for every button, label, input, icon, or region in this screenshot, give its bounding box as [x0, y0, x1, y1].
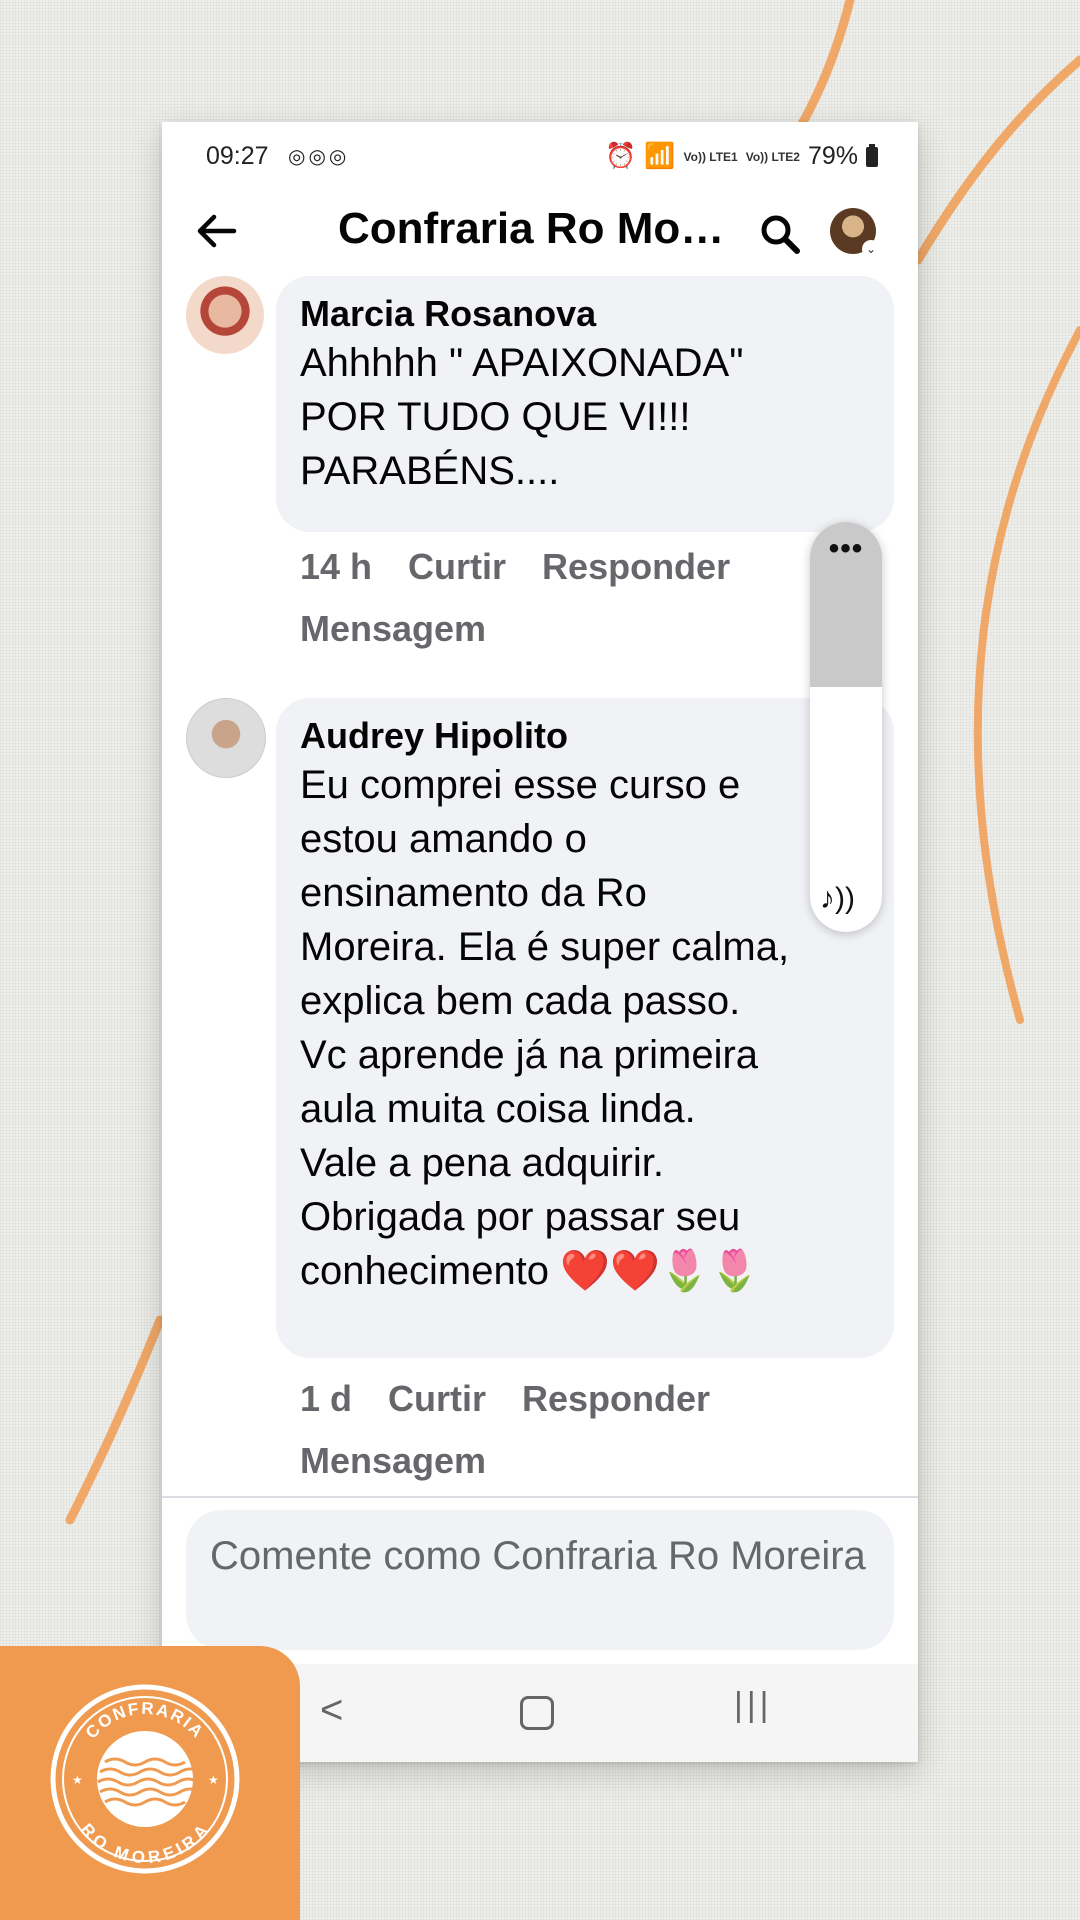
status-bar: 09:27 ◎◎◎ ⏰ 📶 Vo)) LTE1 Vo)) LTE2 79%: [162, 122, 918, 192]
message-button[interactable]: Mensagem: [300, 598, 486, 660]
battery-icon: [866, 143, 878, 167]
reply-button[interactable]: Responder: [542, 536, 730, 598]
like-button[interactable]: Curtir: [388, 1368, 486, 1430]
chevron-down-icon: ⌄: [862, 240, 880, 258]
alarm-icon: ⏰: [605, 142, 637, 170]
more-options-icon[interactable]: •••: [810, 532, 882, 566]
profile-avatar[interactable]: ⌄: [830, 208, 880, 258]
comment-time: 14 h: [300, 546, 373, 587]
sound-icon[interactable]: ♪)): [820, 882, 855, 916]
network-1: Vo)) LTE1: [683, 149, 738, 164]
star-icon: ★: [208, 1773, 219, 1787]
like-button[interactable]: Curtir: [408, 536, 506, 598]
app-header: Confraria Ro Mo… ⌄: [162, 192, 918, 274]
comment-bubble[interactable]: Audrey Hipolito Eu comprei esse curso e …: [276, 698, 894, 1358]
message-button[interactable]: Mensagem: [300, 1430, 486, 1492]
floating-side-panel[interactable]: ••• ♪)): [810, 522, 882, 932]
comment-text: Ahhhhh " APAIXONADA" POR TUDO QUE VI!!! …: [300, 341, 744, 493]
status-time: 09:27: [206, 142, 269, 170]
nav-recents-button[interactable]: |||: [734, 1686, 773, 1725]
brand-logo: CONFRARIA RO MOREIRA ★ ★: [50, 1684, 240, 1874]
comment-author[interactable]: Marcia Rosanova: [300, 292, 870, 336]
comment-bubble[interactable]: Marcia Rosanova Ahhhhh " APAIXONADA" POR…: [276, 276, 894, 532]
page-title: Confraria Ro Mo…: [338, 204, 725, 253]
reply-button[interactable]: Responder: [522, 1368, 710, 1430]
wifi-icon: 📶: [644, 142, 676, 170]
battery-level: 79%: [807, 142, 858, 170]
network-2: Vo)) LTE2: [745, 149, 800, 164]
avatar[interactable]: [186, 276, 264, 354]
comment-text: Eu comprei esse curso e estou amando o e…: [300, 763, 790, 1293]
star-icon: ★: [72, 1773, 83, 1787]
nav-back-button[interactable]: <: [320, 1688, 343, 1733]
phone-screen: 09:27 ◎◎◎ ⏰ 📶 Vo)) LTE1 Vo)) LTE2 79% Co…: [162, 122, 918, 1762]
comment-input[interactable]: Comente como Confraria Ro Moreira: [186, 1510, 894, 1650]
nav-home-button[interactable]: [520, 1696, 554, 1730]
comment-author[interactable]: Audrey Hipolito: [300, 714, 870, 758]
divider: [162, 1496, 918, 1498]
notification-icons: ◎◎◎: [288, 146, 350, 168]
comment-time: 1 d: [300, 1378, 353, 1419]
comment-actions: 1 d Curtir Responder Mensagem: [300, 1368, 746, 1492]
search-icon[interactable]: [758, 212, 802, 256]
status-indicators: ⏰ 📶 Vo)) LTE1 Vo)) LTE2 79%: [605, 142, 878, 171]
comment-actions: 14 h Curtir Responder Mensagem: [300, 536, 766, 660]
avatar[interactable]: [186, 698, 266, 778]
back-arrow-icon[interactable]: [192, 206, 242, 256]
